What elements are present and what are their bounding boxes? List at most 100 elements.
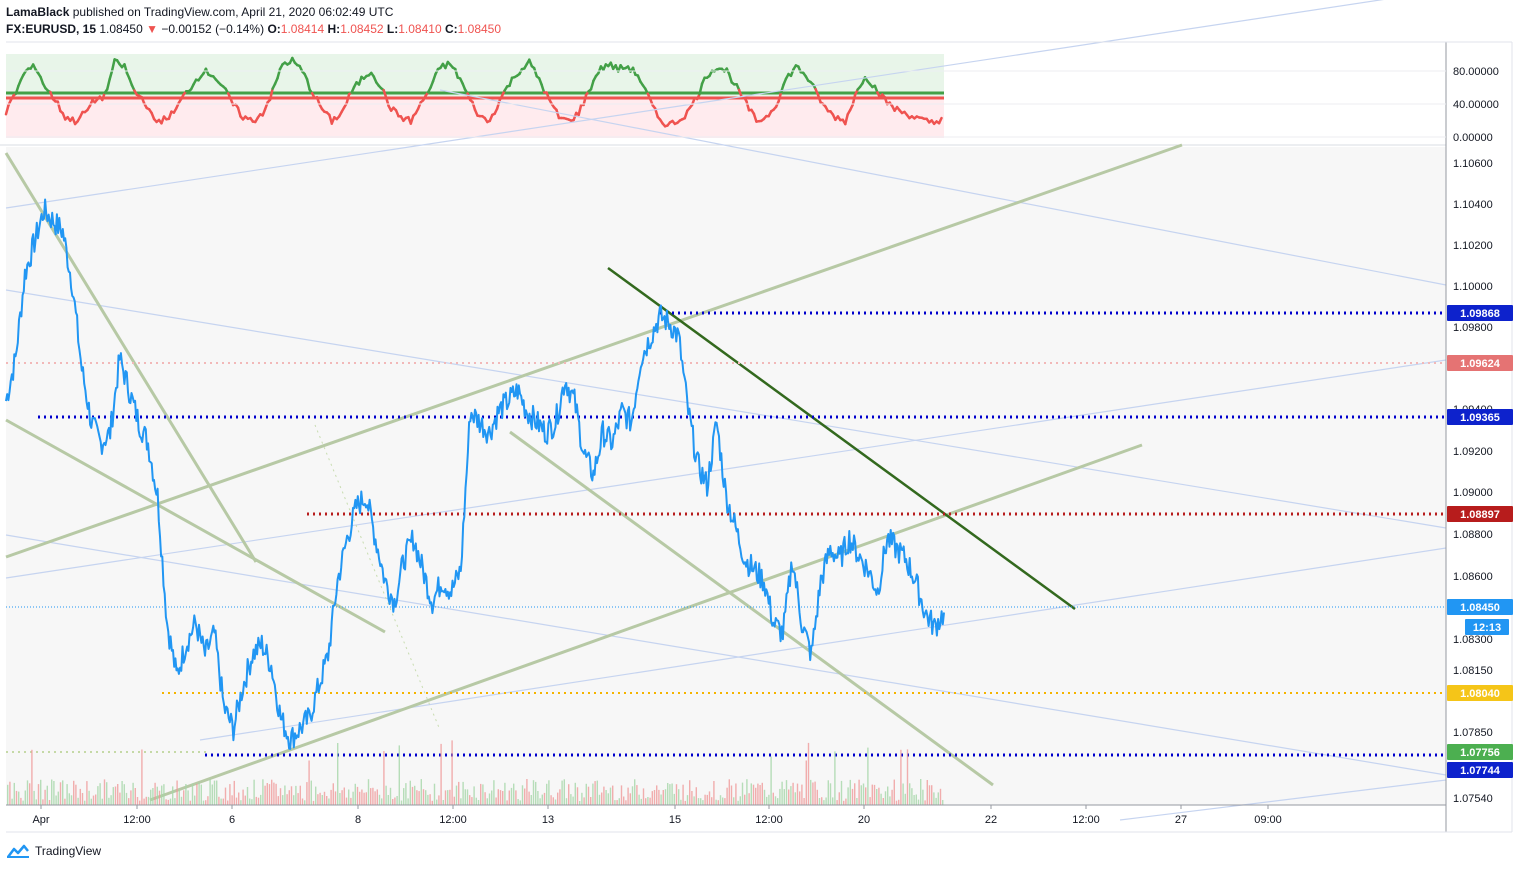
volume-bar bbox=[638, 794, 640, 805]
volume-bar bbox=[68, 793, 70, 805]
volume-bar bbox=[466, 789, 469, 805]
volume-bar bbox=[724, 798, 726, 805]
volume-bar bbox=[167, 799, 169, 805]
volume-bar bbox=[603, 786, 605, 805]
volume-bar bbox=[209, 779, 211, 805]
volume-bar bbox=[548, 780, 550, 805]
volume-bar bbox=[156, 786, 158, 805]
volume-bar bbox=[893, 779, 895, 805]
volume-bar bbox=[453, 796, 455, 805]
volume-bar bbox=[768, 794, 770, 805]
volume-bar bbox=[515, 790, 517, 805]
volume-bar bbox=[706, 794, 708, 805]
volume-bar bbox=[616, 800, 618, 805]
volume-bar bbox=[22, 800, 24, 805]
volume-bar bbox=[20, 797, 22, 805]
volume-bar bbox=[532, 780, 535, 805]
volume-bar bbox=[519, 800, 521, 805]
price-badge-label: 1.08897 bbox=[1460, 509, 1500, 521]
volume-bar bbox=[579, 801, 581, 805]
volume-bar bbox=[112, 787, 114, 805]
volume-bar bbox=[455, 785, 458, 805]
y-tick-label: 1.09000 bbox=[1453, 487, 1493, 499]
volume-bar bbox=[557, 792, 559, 805]
volume-bar bbox=[860, 785, 862, 805]
volume-bar bbox=[348, 789, 350, 805]
volume-bar bbox=[13, 782, 15, 805]
volume-bar bbox=[350, 797, 352, 805]
volume-bar bbox=[521, 785, 524, 805]
volume-bar bbox=[851, 788, 854, 805]
volume-bar bbox=[449, 789, 451, 805]
volume-bar bbox=[640, 798, 642, 805]
volume-bar bbox=[627, 787, 629, 805]
volume-bar bbox=[836, 800, 838, 805]
volume-bar bbox=[759, 785, 761, 805]
volume-bar bbox=[251, 799, 253, 805]
volume-bar bbox=[814, 781, 816, 805]
volume-bar bbox=[345, 797, 348, 805]
volume-bar bbox=[90, 798, 92, 805]
volume-bar bbox=[634, 779, 636, 805]
osc-y-tick-label: 0.00000 bbox=[1453, 132, 1493, 144]
volume-bar bbox=[491, 790, 493, 805]
volume-bar bbox=[62, 780, 64, 805]
volume-bar bbox=[196, 783, 198, 805]
volume-bar bbox=[471, 797, 473, 805]
x-tick-label: 8 bbox=[355, 814, 361, 826]
brand-name: TradingView bbox=[35, 844, 102, 858]
volume-bar bbox=[568, 784, 570, 805]
volume-bar bbox=[810, 779, 812, 805]
volume-bar bbox=[301, 798, 304, 805]
volume-bar bbox=[29, 783, 31, 805]
volume-bar bbox=[636, 785, 638, 805]
volume-bar bbox=[458, 781, 460, 805]
volume-bar bbox=[772, 792, 774, 805]
volume-bar bbox=[550, 795, 552, 805]
volume-bar bbox=[917, 799, 920, 805]
volume-bar bbox=[194, 795, 196, 805]
y-tick-label: 1.09200 bbox=[1453, 446, 1493, 458]
volume-bar bbox=[873, 784, 876, 805]
volume-bar bbox=[755, 787, 757, 805]
volume-bar bbox=[330, 789, 332, 805]
volume-bar bbox=[9, 781, 11, 805]
volume-bar bbox=[312, 800, 315, 805]
volume-bar bbox=[911, 788, 913, 805]
footer-brand[interactable]: TradingView bbox=[6, 843, 101, 859]
volume-bar bbox=[801, 784, 803, 805]
volume-bar bbox=[739, 796, 741, 805]
volume-bar bbox=[812, 782, 814, 805]
volume-bar bbox=[488, 793, 491, 805]
volume-bar bbox=[711, 797, 713, 805]
volume-bar bbox=[304, 800, 306, 805]
chart-canvas[interactable]: 1.106001.104001.102001.100001.098001.094… bbox=[0, 0, 1520, 870]
volume-bar bbox=[169, 798, 172, 805]
volume-bar bbox=[387, 795, 389, 805]
volume-bar bbox=[719, 795, 722, 805]
x-tick-label: 12:00 bbox=[439, 814, 467, 826]
volume-bar bbox=[486, 798, 488, 805]
volume-bar bbox=[609, 787, 612, 805]
volume-bar bbox=[266, 783, 268, 805]
x-tick-label: 09:00 bbox=[1254, 814, 1282, 826]
volume-bar bbox=[66, 784, 68, 805]
volume-bar bbox=[178, 790, 180, 805]
osc-y-tick-label: 40.00000 bbox=[1453, 99, 1499, 111]
volume-bar bbox=[717, 800, 719, 805]
volume-bar bbox=[293, 795, 295, 805]
volume-bar bbox=[431, 800, 433, 805]
volume-bar bbox=[163, 784, 165, 805]
volume-bar bbox=[128, 798, 130, 805]
volume-bar bbox=[447, 790, 449, 805]
volume-bar bbox=[442, 800, 444, 805]
volume-bar bbox=[581, 792, 583, 805]
volume-bar bbox=[891, 789, 893, 805]
volume-bar bbox=[933, 792, 935, 805]
volume-bar bbox=[526, 779, 528, 805]
volume-bar bbox=[189, 800, 191, 805]
volume-bar bbox=[286, 794, 288, 805]
volume-bar bbox=[35, 799, 37, 805]
price-badge-label: 1.09365 bbox=[1460, 412, 1500, 424]
y-tick-label: 1.08300 bbox=[1453, 634, 1493, 646]
